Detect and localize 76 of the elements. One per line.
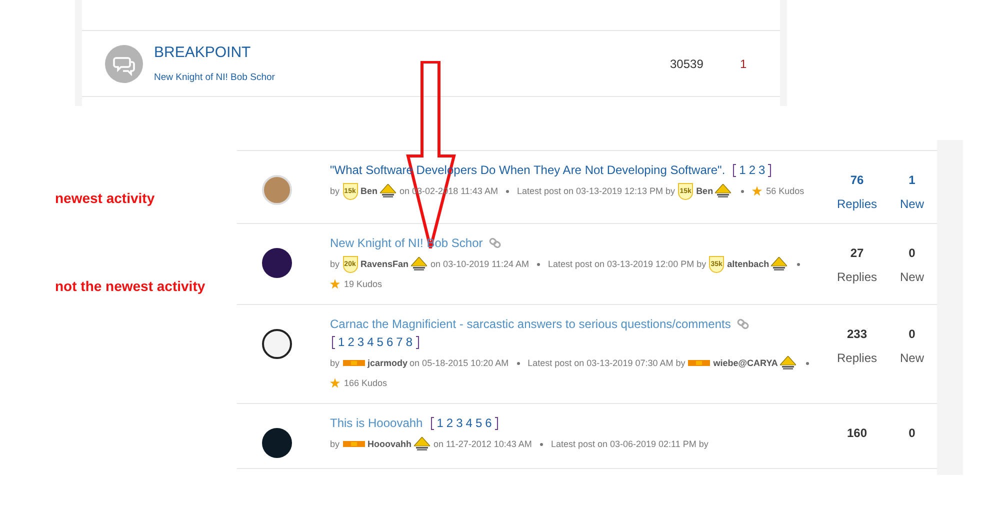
new-count: 1 (739, 56, 748, 72)
post-count: 30539 (670, 56, 704, 72)
bracket-mark (768, 164, 772, 176)
post-date: on 03-10-2019 11:24 AM (430, 258, 529, 271)
page-link[interactable]: 1 (338, 333, 345, 351)
annotation-text: not the newest activity (55, 277, 206, 296)
page-link[interactable]: 3 (357, 333, 364, 351)
new-count: 1 (908, 172, 916, 189)
author-link[interactable]: Hooovahh (368, 434, 412, 454)
page-link[interactable]: 7 (396, 333, 403, 351)
new-label: New (900, 196, 924, 213)
page-link[interactable]: 5 (475, 414, 482, 432)
latest-post-text: Latest post on 03-13-2019 12:00 PM by (548, 258, 706, 271)
user-avatar[interactable] (262, 428, 292, 458)
kudos-count: 56 Kudos (766, 185, 804, 198)
author-link[interactable]: jcarmody (368, 353, 408, 373)
reply-count: 76 (850, 172, 864, 189)
bracket-mark (416, 336, 418, 348)
chat-bubbles-icon (105, 44, 143, 82)
page-link[interactable]: 2 (348, 333, 354, 351)
replies-label: Replies (836, 350, 878, 367)
reply-count: 27 (850, 245, 864, 262)
post-date: on 11-27-2012 10:43 AM (434, 438, 532, 451)
page-link[interactable]: 3 (456, 414, 463, 432)
topic-title-link[interactable]: Carnac the Magnificient - sarcastic answers to serious questions/comments (330, 315, 731, 333)
by-label: by (330, 185, 340, 198)
page-link[interactable]: 5 (376, 333, 384, 351)
replies-label: Replies (836, 269, 878, 286)
by-label: by (330, 357, 340, 370)
page-link[interactable]: 1 (739, 161, 746, 179)
latest-post-text: Latest post on 03-13-2019 12:13 PM by (516, 185, 676, 198)
author-link[interactable]: altenbach (727, 254, 770, 274)
by-label: by (330, 258, 340, 271)
author-link[interactable]: Ben (696, 181, 714, 201)
post-date: on 05-18-2015 10:20 AM (410, 357, 509, 370)
page-link[interactable]: 6 (485, 414, 492, 432)
new-count: 0 (908, 245, 916, 262)
kudos-count: 166 Kudos (344, 377, 388, 390)
kudos-count: 19 Kudos (344, 278, 382, 291)
author-link[interactable]: wiebe@CARYA (713, 353, 778, 373)
page-link[interactable]: 4 (466, 414, 472, 432)
page-link[interactable]: 4 (367, 333, 374, 351)
bracket-mark (332, 336, 335, 348)
user-avatar[interactable] (262, 329, 292, 359)
reply-count: 233 (846, 326, 868, 343)
bracket-mark (430, 416, 434, 430)
by-label: by (330, 438, 340, 451)
star-icon (330, 378, 340, 388)
bracket-mark (494, 416, 498, 430)
new-count: 0 (908, 425, 916, 442)
rank-bar-icon (342, 441, 365, 447)
page-link[interactable]: 2 (446, 414, 454, 432)
reply-count: 160 (846, 425, 868, 442)
new-label: New (900, 269, 924, 286)
page-link[interactable]: 6 (386, 333, 394, 351)
user-avatar[interactable] (262, 248, 292, 278)
latest-topic-link[interactable]: New Knight of NI! Bob Schor (154, 70, 670, 85)
page-link[interactable]: 3 (758, 161, 766, 179)
rank-bar-icon (342, 360, 365, 366)
board-title-link[interactable]: BREAKPOINT (154, 42, 670, 65)
author-link[interactable]: RavensFan (360, 254, 409, 274)
new-count: 0 (908, 326, 916, 343)
page-link[interactable]: 8 (406, 333, 412, 351)
star-icon (752, 186, 762, 196)
replies-label: Replies (836, 196, 878, 213)
annotation-text: newest activity (55, 189, 155, 208)
latest-post-text: Latest post on 03-06-2019 02:11 PM by (550, 438, 708, 451)
latest-post-text: Latest post on 03-13-2019 07:30 AM by (528, 357, 686, 370)
new-label: New (900, 350, 924, 367)
author-link[interactable]: Ben (360, 181, 378, 201)
page-link[interactable]: 1 (436, 414, 444, 432)
page-link[interactable]: 2 (748, 161, 756, 179)
rank-bar-icon (688, 360, 710, 366)
bracket-mark (733, 164, 736, 176)
star-icon (330, 279, 340, 289)
topic-title-link[interactable]: This is Hooovahh (330, 414, 423, 432)
